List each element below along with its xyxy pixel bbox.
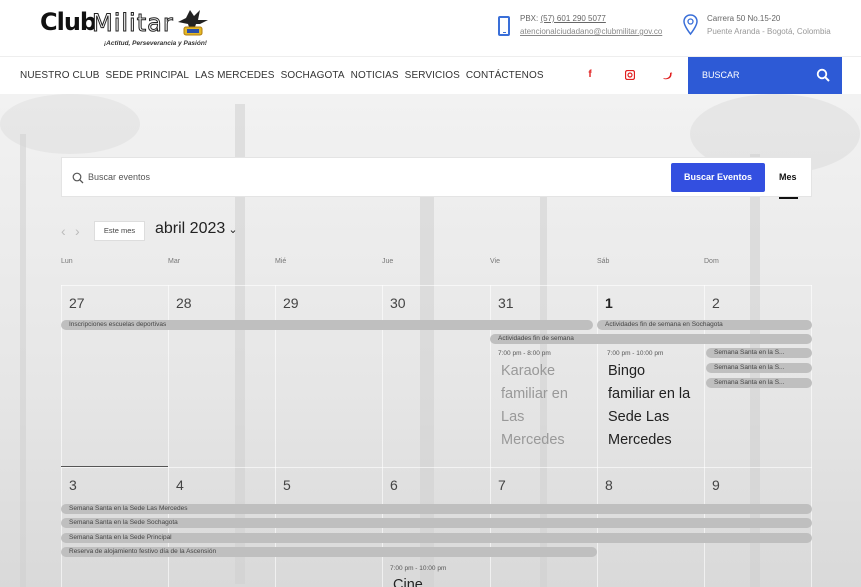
prev-month-icon[interactable]: ‹ [61, 223, 66, 239]
day-number[interactable]: 30 [390, 295, 406, 311]
events-search-input[interactable]: Buscar eventos [88, 172, 150, 182]
multiday-event[interactable]: Reserva de alojamiento festivo día de la… [61, 547, 597, 557]
day-number[interactable]: 9 [712, 477, 720, 493]
nav-item-contactenos[interactable]: CONTÁCTENOS [466, 70, 544, 81]
day-number[interactable]: 6 [390, 477, 398, 493]
view-month-tab[interactable]: Mes [779, 172, 797, 182]
event-title-line: Karaoke [501, 363, 556, 379]
day-number[interactable]: 8 [605, 477, 613, 493]
multiday-event[interactable]: Semana Santa en la S... [706, 363, 812, 373]
multiday-event[interactable]: Actividades fin de semana en Sochagota [597, 320, 812, 330]
day-number[interactable]: 28 [176, 295, 192, 311]
nav-item-sede-principal[interactable]: SEDE PRINCIPAL [106, 70, 189, 81]
weekday-header: Lun [61, 258, 73, 265]
day-number[interactable]: 29 [283, 295, 299, 311]
weekday-header: Jue [382, 258, 394, 265]
day-number[interactable]: 7 [498, 477, 506, 493]
search-events-button[interactable]: Buscar Eventos [671, 163, 765, 192]
club-militar-logo[interactable]: Club Militar ¡Actitud, Perseverancia y P… [40, 8, 220, 50]
event-time: 7:00 pm - 8:00 pm [498, 350, 551, 357]
logo-tagline: ¡Actitud, Perseverancia y Pasión! [104, 40, 207, 47]
search-icon [72, 172, 84, 184]
multiday-event[interactable]: Inscripciones escuelas deportivas [61, 320, 593, 330]
event-title-line: Bingo [608, 363, 646, 379]
location-pin-icon [683, 14, 698, 36]
phone-line[interactable]: PBX: (57) 601 290 5077 [520, 14, 606, 23]
twitter-icon[interactable] [660, 67, 676, 83]
weekday-header: Vie [490, 258, 500, 265]
chevron-down-icon: ⌄ [225, 224, 238, 236]
logo-militar-text: Militar [92, 9, 174, 38]
eagle-emblem-icon [178, 10, 208, 36]
active-view-underline [779, 197, 798, 199]
phone-label: PBX: [520, 14, 539, 23]
nav-item-las-mercedes[interactable]: LAS MERCEDES [195, 70, 275, 81]
facebook-icon[interactable]: f [582, 67, 598, 83]
nav-item-servicios[interactable]: SERVICIOS [405, 70, 460, 81]
phone-number[interactable]: (57) 601 290 5077 [540, 14, 605, 23]
multiday-event[interactable]: Semana Santa en la Sede Sochagota [61, 518, 812, 528]
day-number[interactable]: 3 [69, 477, 77, 493]
nav-item-noticias[interactable]: NOTICIAS [351, 70, 399, 81]
multiday-event[interactable]: Semana Santa en la Sede Las Mercedes [61, 504, 812, 514]
event-title-line: familiar en la [608, 386, 691, 402]
weekday-header: Mar [168, 258, 181, 265]
email-link[interactable]: atencionalciudadano@clubmilitar.gov.co [520, 27, 662, 36]
event-time: 7:00 pm - 10:00 pm [607, 350, 664, 357]
main-nav: NUESTRO CLUB SEDE PRINCIPAL LAS MERCEDES… [0, 56, 861, 95]
this-month-button[interactable]: Este mes [94, 221, 145, 241]
address-line-1: Carrera 50 No.15-20 [707, 14, 781, 23]
weekday-header: Sáb [597, 258, 610, 265]
multiday-event[interactable]: Semana Santa en la Sede Principal [61, 533, 812, 543]
multiday-event[interactable]: Semana Santa en la S... [706, 378, 812, 388]
logo-club-text: Club [40, 8, 97, 36]
day-number[interactable]: 31 [498, 295, 514, 311]
next-month-icon[interactable]: › [75, 223, 80, 239]
event-title-cine[interactable]: Cine [393, 574, 423, 587]
day-number[interactable]: 27 [69, 295, 85, 311]
instagram-icon[interactable] [622, 67, 638, 83]
day-number[interactable]: 1 [605, 295, 613, 311]
site-header: Club Militar ¡Actitud, Perseverancia y P… [0, 0, 861, 55]
nav-item-nuestro-club[interactable]: NUESTRO CLUB [20, 70, 100, 81]
month-title: abril 2023 [155, 220, 226, 237]
event-title-line: Mercedes [608, 432, 672, 448]
multiday-event[interactable]: Semana Santa en la S... [706, 348, 812, 358]
event-title-line: Mercedes [501, 432, 565, 448]
event-title-bingo[interactable]: Bingo familiar en la Sede Las Mercedes [608, 360, 690, 452]
calendar-grid: 27 28 29 30 31 1 2 Inscripciones escuela… [61, 285, 812, 587]
nav-search-label: BUSCAR [702, 70, 740, 80]
phone-icon [498, 16, 510, 36]
today-indicator [61, 466, 168, 467]
day-number[interactable]: 4 [176, 477, 184, 493]
event-title-karaoke[interactable]: Karaoke familiar en Las Mercedes [501, 360, 568, 452]
weekday-header: Mié [275, 258, 287, 265]
nav-item-sochagota[interactable]: SOCHAGOTA [281, 70, 345, 81]
event-time: 7:00 pm - 10:00 pm [390, 565, 447, 572]
event-title-line: Cine [393, 577, 423, 587]
month-picker[interactable]: abril 2023 ⌄ [155, 220, 238, 238]
event-title-line: Sede Las [608, 409, 670, 425]
day-number[interactable]: 2 [712, 295, 720, 311]
month-navigation: ‹ › Este mes abril 2023 ⌄ [61, 218, 361, 244]
address-line-2: Puente Aranda - Bogotá, Colombia [707, 27, 831, 36]
search-icon [816, 68, 830, 82]
day-number[interactable]: 5 [283, 477, 291, 493]
weekday-header: Dom [704, 258, 719, 265]
multiday-event[interactable]: Actividades fin de semana [490, 334, 812, 344]
event-title-line: Las [501, 409, 525, 425]
nav-search-button[interactable]: BUSCAR [688, 57, 842, 95]
event-title-line: familiar en [501, 386, 568, 402]
nav-menu: NUESTRO CLUB SEDE PRINCIPAL LAS MERCEDES… [20, 70, 544, 81]
events-search-bar: Buscar eventos Buscar Eventos Mes [61, 157, 812, 199]
